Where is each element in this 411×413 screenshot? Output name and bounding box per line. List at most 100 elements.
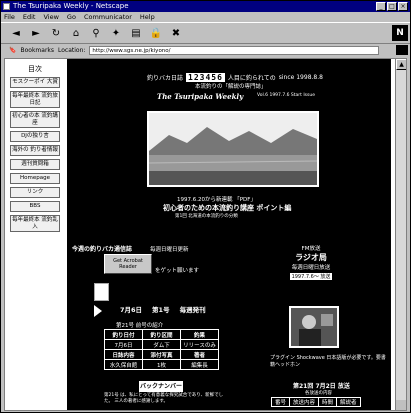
- site-title: The Tsuripaka Weekly: [157, 92, 244, 101]
- browser-window: The Tsuripaka Weekly - Netscape _ □ × Fi…: [0, 0, 411, 413]
- radio-small: FM放送: [301, 246, 321, 252]
- river-landscape-photo: [147, 111, 319, 187]
- nav-item-links[interactable]: リンク: [10, 187, 60, 198]
- table-cell: 釣り区間: [142, 329, 181, 340]
- menu-view[interactable]: View: [43, 12, 58, 22]
- nav-item-lesson[interactable]: 初心者の本 流釣講座: [10, 111, 60, 128]
- dj-photo: [289, 306, 339, 348]
- site-subtitle: Vol.6 1997.7.6 Start Issue: [257, 93, 315, 98]
- menu-communicator[interactable]: Communicator: [84, 12, 132, 22]
- issue-date: 7月6日: [120, 306, 143, 314]
- nav-item-entry[interactable]: 毎年最終本 流釣乱入: [10, 215, 60, 232]
- nav-item-overseas[interactable]: 海外の 釣り者情報: [10, 145, 60, 156]
- stop-icon[interactable]: ✖: [169, 25, 183, 41]
- issue-line: 7月6日 第1号 毎週発刊: [120, 304, 206, 314]
- acrobat-caption: をゲット願います: [155, 268, 200, 274]
- nav-item-diary[interactable]: 毎年最終本 流釣旅日記: [10, 91, 60, 108]
- forward-icon[interactable]: ►: [29, 25, 43, 41]
- broadcast-col: 番号: [270, 397, 291, 407]
- table-cell: 7月6日: [104, 339, 143, 350]
- shockwave-note: プラグイン Shockwave 日本語版が必要です。要書籍ヘッドホン: [270, 355, 386, 368]
- reload-icon[interactable]: ↻: [49, 25, 63, 41]
- counter-note: since 1998.8.8: [278, 74, 323, 81]
- tagline: 本流釣りの「解説の専門誌」: [195, 84, 267, 90]
- menu-edit[interactable]: Edit: [23, 12, 36, 22]
- get-acrobat-reader-button[interactable]: Get Acrobat Reader: [104, 254, 152, 274]
- feature-note: 第1回 北海道の本流釣りの分類: [175, 214, 238, 219]
- main-frame: 釣りバカ日誌 123456 人目に釣られての since 1998.8.8 本流…: [67, 59, 391, 410]
- broadcast-heading: 第21回 7月2日 放送: [293, 383, 350, 390]
- print-icon[interactable]: ▤: [129, 25, 143, 41]
- window-title: The Tsuripaka Weekly - Netscape: [13, 2, 129, 10]
- table-cell: 水久保自館: [104, 359, 143, 370]
- broadcast-col: 解説者: [336, 397, 361, 407]
- whats-related-icon[interactable]: [396, 45, 408, 55]
- arrow-right-icon[interactable]: [94, 305, 102, 317]
- nav-item-homepage[interactable]: Homepage: [10, 173, 60, 184]
- maximize-button[interactable]: □: [387, 2, 397, 11]
- vertical-scrollbar[interactable]: ▲: [395, 59, 406, 410]
- feature-info[interactable]: 1997.6.20から新連載 「PDF」: [177, 195, 256, 203]
- nav-item-dj[interactable]: DJの独り言: [10, 131, 60, 142]
- table-cell: 釣り日付: [104, 329, 143, 340]
- close-button[interactable]: ×: [398, 2, 408, 11]
- table-cell: 著者: [180, 349, 219, 360]
- weekly-update: 毎週日曜日更新: [150, 247, 189, 253]
- menu-bar: File Edit View Go Communicator Help: [1, 12, 410, 22]
- visitor-counter: 123456: [186, 73, 225, 82]
- radio-line: 毎週日曜日放送: [291, 265, 331, 271]
- nav-item-bbs[interactable]: BBS: [10, 201, 60, 212]
- weekly-heading: 今週の釣りバカ通信誌: [72, 246, 133, 253]
- table-cell: 日誌内容: [104, 349, 143, 360]
- bookmarks-button[interactable]: Bookmarks: [20, 47, 54, 54]
- left-nav-frame: 目次 モスクーポイ 大賞 毎年最終本 流釣旅日記 初心者の本 流釣講座 DJの独…: [5, 59, 65, 410]
- location-bar: 🔖 Bookmarks Location: http://www.sgs.ne.…: [1, 44, 410, 56]
- table-cell: ダム下: [142, 339, 181, 350]
- back-number-button[interactable]: バックナンバー: [139, 381, 183, 392]
- back-number-text: 第21号 は、私にとって有意義な探究試合であり、新鮮でした。 三人の著者に感謝し…: [104, 393, 224, 404]
- visitor-prefix: 釣りバカ日誌: [147, 75, 184, 82]
- broadcast-col: 放送内容: [289, 397, 320, 407]
- location-label: Location:: [58, 46, 86, 54]
- nav-item-qa[interactable]: 週刊質問箱: [10, 159, 60, 170]
- broadcast-col: 時間: [318, 397, 338, 407]
- search-icon[interactable]: ⚲: [89, 25, 103, 41]
- home-icon[interactable]: ⌂: [69, 25, 83, 41]
- url-input[interactable]: http://www.sgs.ne.jp/kiyono/: [89, 45, 380, 55]
- radio-big: ラジオ局: [295, 253, 327, 262]
- page-viewport: 目次 モスクーポイ 大賞 毎年最終本 流釣旅日記 初心者の本 流釣講座 DJの独…: [4, 58, 407, 411]
- navigation-toolbar: ◄ ► ↻ ⌂ ⚲ ✦ ▤ 🔒 ✖ N: [1, 22, 410, 44]
- visitor-line: 釣りバカ日誌 123456 人目に釣られての since 1998.8.8: [147, 73, 323, 82]
- document-icon[interactable]: [94, 283, 109, 301]
- issue-number: 第1号: [152, 306, 170, 314]
- minimize-button[interactable]: _: [376, 2, 386, 11]
- table-cell: 添付写真: [142, 349, 181, 360]
- table-cell: 編集長: [180, 359, 219, 370]
- feature-title[interactable]: 初心者のための本流釣り講座 ポイント編: [163, 203, 291, 213]
- table-cell: 釣果: [180, 329, 219, 340]
- menu-file[interactable]: File: [4, 12, 15, 22]
- table-cell: 1枚: [142, 359, 181, 370]
- broadcast-table: 番号 放送内容 時間 解説者: [270, 397, 361, 407]
- radio-station-info: FM放送 ラジオ局 毎週日曜日放送 1997.7.6～ 放送: [275, 244, 347, 280]
- issue-summary-table: 釣り日付 釣り区間 釣果 7月6日 ダム下 リリースのみ 日誌内容 添付写真 著…: [104, 329, 219, 370]
- menu-help[interactable]: Help: [140, 12, 155, 22]
- nav-item-mosquito[interactable]: モスクーポイ 大賞: [10, 77, 60, 88]
- radio-tag: 1997.7.6～ 放送: [289, 273, 333, 280]
- netscape-icon[interactable]: ✦: [109, 25, 123, 41]
- scroll-thumb[interactable]: [396, 70, 406, 400]
- scroll-up-icon[interactable]: ▲: [396, 59, 406, 70]
- issue-label: 毎週発刊: [179, 306, 206, 314]
- menu-go[interactable]: Go: [67, 12, 76, 22]
- table-title: 第21号 前号の紹介: [116, 323, 164, 329]
- visitor-suffix: 人目に釣られての: [227, 75, 276, 82]
- nav-heading: 目次: [28, 65, 42, 73]
- broadcast-sub: 各放送の内容: [305, 391, 332, 396]
- netscape-app-icon: [3, 3, 10, 10]
- table-cell: リリースのみ: [180, 339, 219, 350]
- netscape-throbber-icon: N: [392, 25, 408, 41]
- title-bar: The Tsuripaka Weekly - Netscape _ □ ×: [1, 1, 410, 12]
- back-icon[interactable]: ◄: [9, 25, 23, 41]
- security-icon[interactable]: 🔒: [149, 25, 163, 41]
- bookmark-icon[interactable]: 🔖: [9, 47, 16, 54]
